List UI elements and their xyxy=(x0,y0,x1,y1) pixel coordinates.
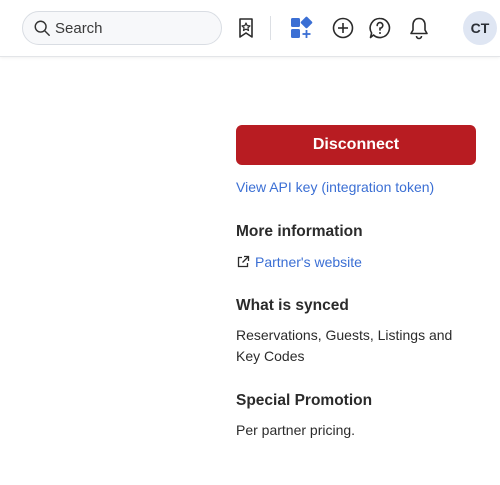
special-promotion-text: Per partner pricing. xyxy=(236,422,356,438)
avatar[interactable]: CT xyxy=(463,11,497,45)
apps-add-icon[interactable] xyxy=(287,14,315,42)
top-bar: CT xyxy=(0,0,500,57)
what-is-synced-section: What is synced Reservations, Guests, Lis… xyxy=(236,297,476,367)
what-is-synced-title: What is synced xyxy=(236,297,349,314)
more-information-title: More information xyxy=(236,223,363,240)
plus-circle-icon[interactable] xyxy=(329,14,357,42)
integration-panel: Disconnect View API key (integration tok… xyxy=(236,125,476,441)
bookmark-star-icon[interactable] xyxy=(232,14,260,42)
partner-website-label: Partner's website xyxy=(255,254,362,270)
external-link-icon xyxy=(237,255,250,268)
special-promotion-section: Special Promotion Per partner pricing. xyxy=(236,392,476,441)
header-divider xyxy=(270,16,271,40)
bell-icon[interactable] xyxy=(405,14,433,42)
search-box[interactable] xyxy=(22,11,222,45)
search-icon xyxy=(34,20,50,36)
search-input[interactable] xyxy=(55,19,205,37)
special-promotion-title: Special Promotion xyxy=(236,392,373,409)
view-api-key-link[interactable]: View API key (integration token) xyxy=(236,179,476,195)
disconnect-button[interactable]: Disconnect xyxy=(236,125,476,165)
what-is-synced-text: Reservations, Guests, Listings and Key C… xyxy=(236,327,453,364)
help-bubble-icon[interactable] xyxy=(366,14,394,42)
more-information-section: More information Partner's website xyxy=(236,223,476,270)
partner-website-link[interactable]: Partner's website xyxy=(236,254,476,270)
